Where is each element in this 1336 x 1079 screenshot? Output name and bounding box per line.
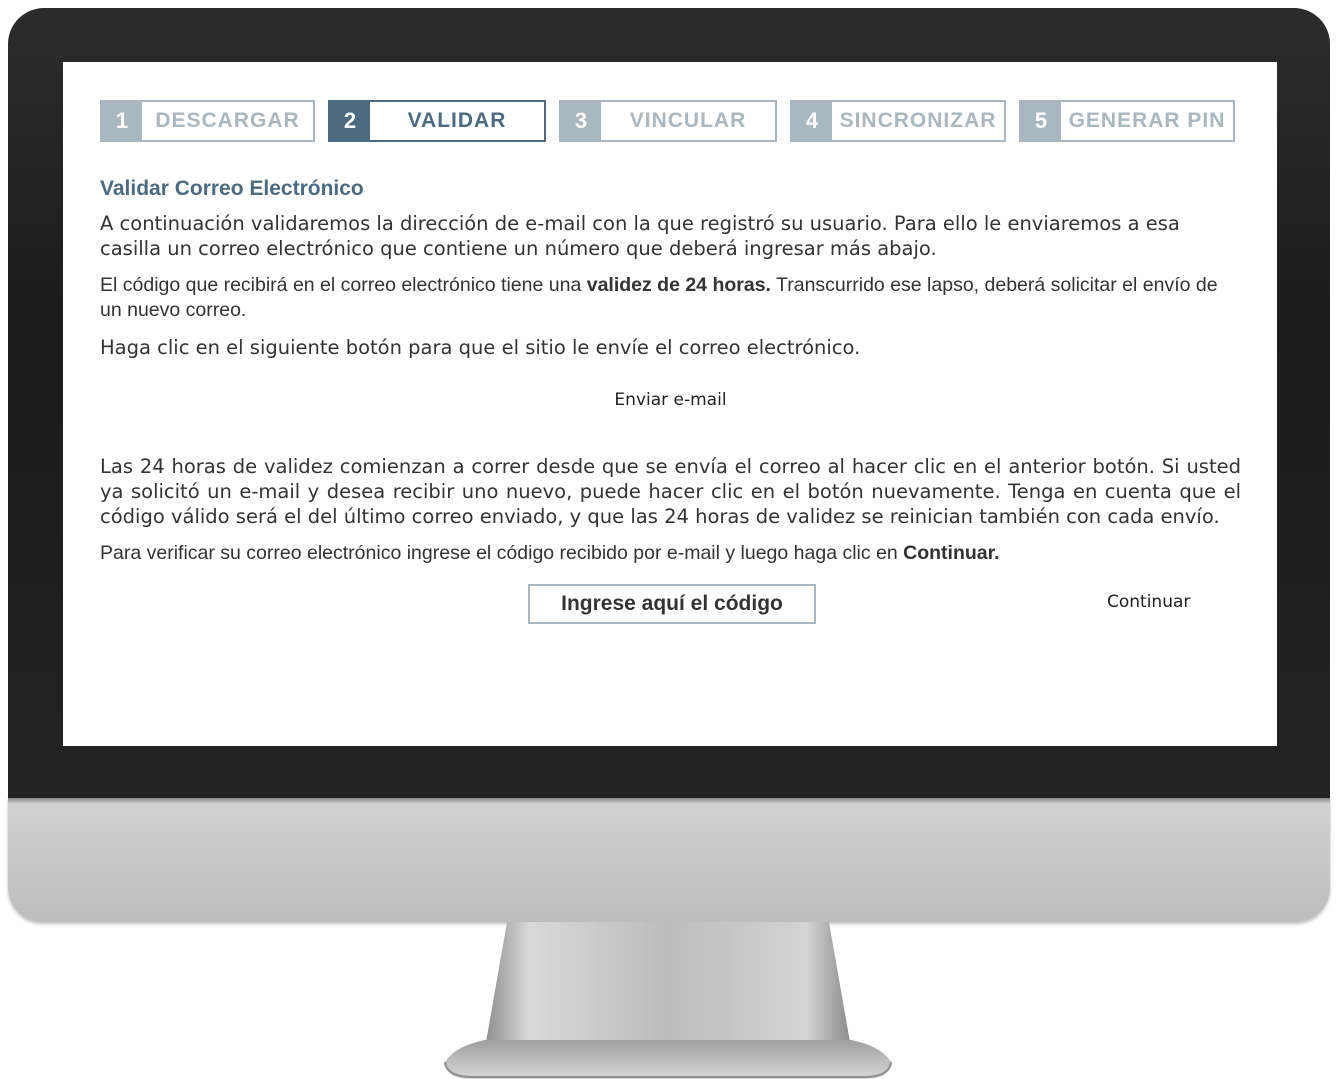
code-row: Continuar (100, 584, 1241, 626)
verify-text-bold: Continuar. (903, 542, 1000, 564)
verify-instruction: Para verificar su correo electrónico ing… (100, 541, 1241, 566)
step-generar-pin[interactable]: 5 GENERAR PIN (1019, 100, 1235, 142)
monitor-chin (8, 798, 1330, 922)
verify-text-start: Para verificar su correo electrónico ing… (100, 542, 904, 564)
step-label: VALIDAR (407, 109, 507, 132)
step-number: 2 (330, 102, 370, 140)
validity-text-start: El código que recibirá en el correo elec… (100, 274, 587, 296)
step-vincular[interactable]: 3 VINCULAR (559, 100, 777, 142)
step-label: VINCULAR (629, 109, 747, 132)
step-label: SINCRONIZAR (839, 109, 997, 132)
validity-text-bold: validez de 24 horas. (586, 274, 771, 296)
chin-shadow (8, 798, 1330, 804)
click-instruction: Haga clic en el siguiente botón para que… (100, 336, 861, 359)
step-label: DESCARGAR (155, 109, 300, 132)
validity-note: Las 24 horas de validez comienzan a corr… (100, 455, 1241, 528)
code-input[interactable] (528, 584, 816, 624)
wizard-steps: 1 DESCARGAR 2 VALIDAR 3 VINCULAR 4 SINCR… (100, 100, 1241, 142)
step-descargar[interactable]: 1 DESCARGAR (100, 100, 315, 142)
validity-text: El código que recibirá en el correo elec… (100, 273, 1241, 323)
send-email-button[interactable]: Enviar e-mail (571, 390, 771, 410)
continue-button[interactable]: Continuar (1107, 592, 1190, 612)
page-title: Validar Correo Electrónico (100, 177, 364, 200)
monitor-screen: 1 DESCARGAR 2 VALIDAR 3 VINCULAR 4 SINCR… (63, 62, 1277, 746)
step-number: 1 (102, 102, 142, 140)
step-number: 4 (792, 102, 832, 140)
step-number: 3 (561, 102, 601, 140)
step-label: GENERAR PIN (1068, 109, 1226, 132)
step-number: 5 (1021, 102, 1061, 140)
step-sincronizar[interactable]: 4 SINCRONIZAR (790, 100, 1006, 142)
step-validar[interactable]: 2 VALIDAR (328, 100, 546, 142)
validation-page: 1 DESCARGAR 2 VALIDAR 3 VINCULAR 4 SINCR… (100, 100, 1241, 626)
intro-text: A continuación validaremos la dirección … (100, 212, 1180, 260)
